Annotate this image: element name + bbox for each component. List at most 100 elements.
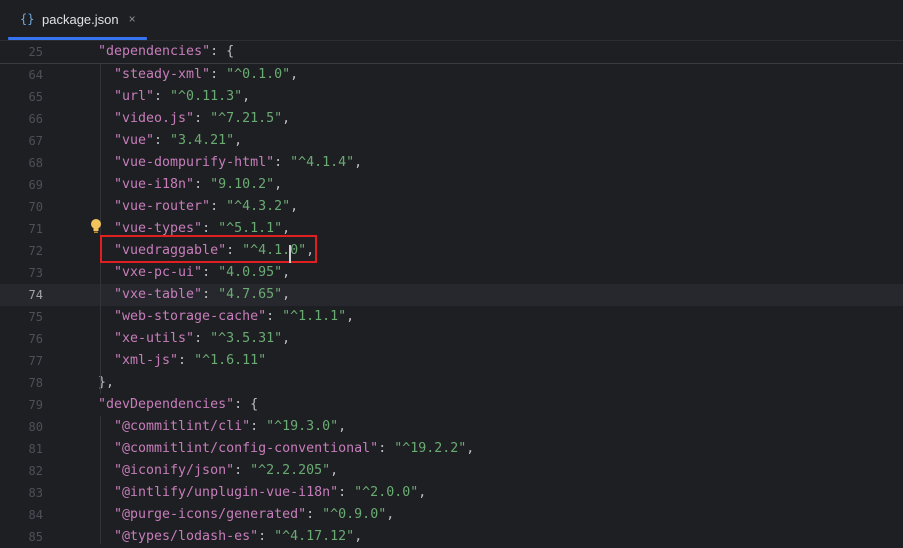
code-line[interactable]: 76 "xe-utils": "^3.5.31",	[0, 328, 903, 350]
json-punctuation: ,	[354, 529, 363, 544]
close-icon[interactable]: ×	[129, 12, 136, 26]
json-key: "devDependencies"	[98, 397, 235, 412]
tab-package-json[interactable]: {} package.json ×	[8, 0, 148, 38]
tab-label: package.json	[42, 11, 119, 27]
line-number: 81	[28, 442, 43, 456]
code-line[interactable]: 82 "@iconify/json": "^2.2.205",	[0, 460, 903, 482]
code-line: "dependencies": {	[98, 41, 234, 63]
code-line[interactable]: 75 "web-storage-cache": "^1.1.1",	[0, 306, 903, 328]
json-key: "@iconify/json"	[114, 463, 235, 478]
json-colon: :	[210, 67, 227, 82]
code-line[interactable]: 80 "@commitlint/cli": "^19.3.0",	[0, 416, 903, 438]
json-key: "web-storage-cache"	[114, 309, 267, 324]
code-editor[interactable]: 25 "dependencies": { 64 "steady-xml": "^0…	[0, 41, 903, 544]
json-key: "url"	[114, 89, 155, 104]
json-colon: :	[202, 265, 219, 280]
code-line[interactable]: 84 "@purge-icons/generated": "^0.9.0",	[0, 504, 903, 526]
line-number: 73	[28, 266, 43, 280]
json-colon: :	[378, 441, 395, 456]
code-text: "xml-js": "^1.6.11"	[114, 350, 266, 372]
sticky-scroll-header[interactable]: 25 "dependencies": {	[0, 41, 903, 64]
code-line[interactable]: 81 "@commitlint/config-conventional": "^1…	[0, 438, 903, 460]
code-text: "vue-router": "^4.3.2",	[114, 196, 298, 218]
json-colon: :	[258, 529, 275, 544]
json-value: "^2.0.0"	[354, 485, 419, 500]
line-number: 71	[28, 222, 43, 236]
line-number: 80	[28, 420, 43, 434]
code-text: "@purge-icons/generated": "^0.9.0",	[114, 504, 394, 526]
json-key: "@purge-icons/generated"	[114, 507, 307, 522]
json-value: "^1.6.11"	[194, 353, 267, 368]
json-value: "4.0.95"	[218, 265, 283, 280]
json-key: "vue"	[114, 133, 155, 148]
code-text: "@commitlint/cli": "^19.3.0",	[114, 416, 346, 438]
json-key: "@commitlint/cli"	[114, 419, 251, 434]
json-key: "vue-i18n"	[114, 177, 195, 192]
json-punctuation: ,	[338, 419, 347, 434]
code-line[interactable]: 68 "vue-dompurify-html": "^4.1.4",	[0, 152, 903, 174]
json-value: "^0.1.0"	[226, 67, 291, 82]
code-text: "steady-xml": "^0.1.0",	[114, 64, 298, 86]
indent-guide	[100, 416, 101, 544]
line-number: 77	[28, 354, 43, 368]
code-line[interactable]: 65 "url": "^0.11.3",	[0, 86, 903, 108]
highlight-box	[100, 235, 317, 263]
json-colon: :	[202, 221, 219, 236]
json-colon: :	[194, 111, 211, 126]
json-value: "^2.2.205"	[250, 463, 331, 478]
json-key: "video.js"	[114, 111, 195, 126]
code-text: "xe-utils": "^3.5.31",	[114, 328, 290, 350]
line-number: 25	[28, 45, 43, 59]
json-key: "steady-xml"	[114, 67, 211, 82]
code-text: "vue-dompurify-html": "^4.1.4",	[114, 152, 362, 174]
json-value: "^1.1.1"	[282, 309, 347, 324]
code-text: "@intlify/unplugin-vue-i18n": "^2.0.0",	[114, 482, 426, 504]
json-colon: :	[194, 331, 211, 346]
json-key: "vue-router"	[114, 199, 211, 214]
json-value: "9.10.2"	[210, 177, 275, 192]
code-text: "devDependencies": {	[98, 394, 258, 416]
json-value: "^19.3.0"	[266, 419, 339, 434]
json-colon: :	[202, 287, 219, 302]
line-number: 68	[28, 156, 43, 170]
json-value: "^7.21.5"	[210, 111, 283, 126]
text-caret	[289, 245, 291, 263]
lightbulb-icon[interactable]	[89, 218, 103, 234]
line-number: 76	[28, 332, 43, 346]
line-number: 66	[28, 112, 43, 126]
json-punctuation: ,	[274, 177, 283, 192]
line-number: 75	[28, 310, 43, 324]
editor-tab-bar: {} package.json ×	[0, 0, 903, 41]
code-text: "@commitlint/config-conventional": "^19.…	[114, 438, 474, 460]
json-value: "^4.1.4"	[290, 155, 355, 170]
code-line[interactable]: 70 "vue-router": "^4.3.2",	[0, 196, 903, 218]
json-value: "^0.11.3"	[170, 89, 243, 104]
code-line[interactable]: 66 "video.js": "^7.21.5",	[0, 108, 903, 130]
json-value: "^5.1.1"	[218, 221, 283, 236]
json-colon: :	[306, 507, 323, 522]
json-value: "3.4.21"	[170, 133, 235, 148]
json-key: "vxe-table"	[114, 287, 203, 302]
line-number: 69	[28, 178, 43, 192]
code-line[interactable]: 78},	[0, 372, 903, 394]
json-punctuation: ,	[234, 133, 243, 148]
json-key: "@commitlint/config-conventional"	[114, 441, 379, 456]
json-punctuation: ,	[242, 89, 251, 104]
code-line[interactable]: 67 "vue": "3.4.21",	[0, 130, 903, 152]
code-line[interactable]: 69 "vue-i18n": "9.10.2",	[0, 174, 903, 196]
code-line[interactable]: 77 "xml-js": "^1.6.11"	[0, 350, 903, 372]
code-line[interactable]: 85 "@types/lodash-es": "^4.17.12",	[0, 526, 903, 548]
line-number: 79	[28, 398, 43, 412]
json-colon: :	[234, 463, 251, 478]
json-colon: :	[274, 155, 291, 170]
code-line[interactable]: 73 "vxe-pc-ui": "4.0.95",	[0, 262, 903, 284]
json-value: "^0.9.0"	[322, 507, 387, 522]
json-key: "vue-types"	[114, 221, 203, 236]
code-line[interactable]: 79 "devDependencies": {	[0, 394, 903, 416]
code-line[interactable]: 74 "vxe-table": "4.7.65",	[0, 284, 903, 306]
json-colon: :	[194, 177, 211, 192]
json-value: "^4.3.2"	[226, 199, 291, 214]
code-line[interactable]: 64 "steady-xml": "^0.1.0",	[0, 64, 903, 86]
json-value: "^3.5.31"	[210, 331, 283, 346]
code-line[interactable]: 83 "@intlify/unplugin-vue-i18n": "^2.0.0"…	[0, 482, 903, 504]
